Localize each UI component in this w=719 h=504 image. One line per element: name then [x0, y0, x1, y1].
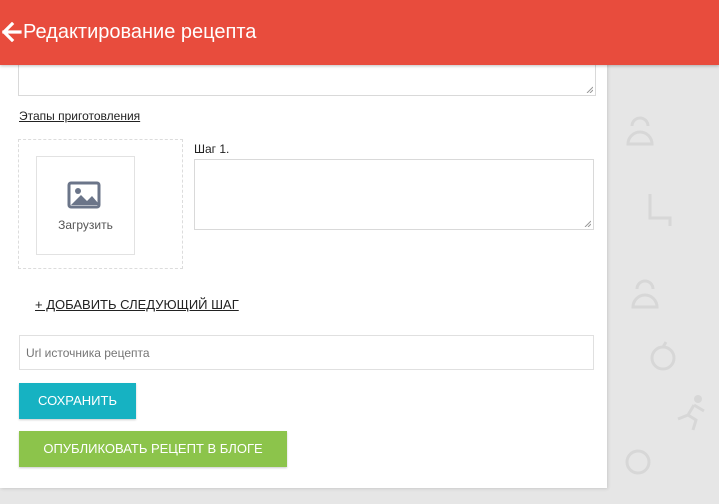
upload-button[interactable]: Загрузить	[36, 156, 135, 255]
step-1-label: Шаг 1.	[194, 142, 230, 156]
runner-icon	[677, 395, 705, 431]
source-url-input[interactable]	[19, 335, 594, 370]
kettlebell-icon	[631, 279, 659, 309]
publish-to-blog-button[interactable]: ОПУБЛИКОВАТЬ РЕЦЕПТ В БЛОГЕ	[19, 431, 287, 467]
steps-section-label[interactable]: Этапы приготовления	[19, 109, 140, 123]
chair-icon	[648, 194, 672, 226]
arrow-left-icon[interactable]	[2, 22, 22, 42]
page-title: Редактирование рецепта	[23, 21, 257, 43]
apple-icon	[650, 341, 676, 371]
upload-label: Загрузить	[58, 218, 113, 232]
recipe-edit-card: Этапы приготовления Загрузить Шаг 1. + Д…	[0, 0, 607, 488]
app-header: Редактирование рецепта	[0, 0, 719, 65]
step-1-textarea[interactable]	[194, 159, 594, 230]
resize-grip-icon[interactable]	[586, 86, 593, 93]
save-button[interactable]: СОХРАНИТЬ	[19, 383, 136, 419]
add-next-step-link[interactable]: + ДОБАВИТЬ СЛЕДУЮЩИЙ ШАГ	[35, 297, 239, 312]
whistle-icon	[625, 449, 651, 475]
kettlebell-icon	[626, 116, 654, 146]
resize-grip-icon[interactable]	[584, 220, 591, 227]
image-icon	[67, 181, 101, 209]
